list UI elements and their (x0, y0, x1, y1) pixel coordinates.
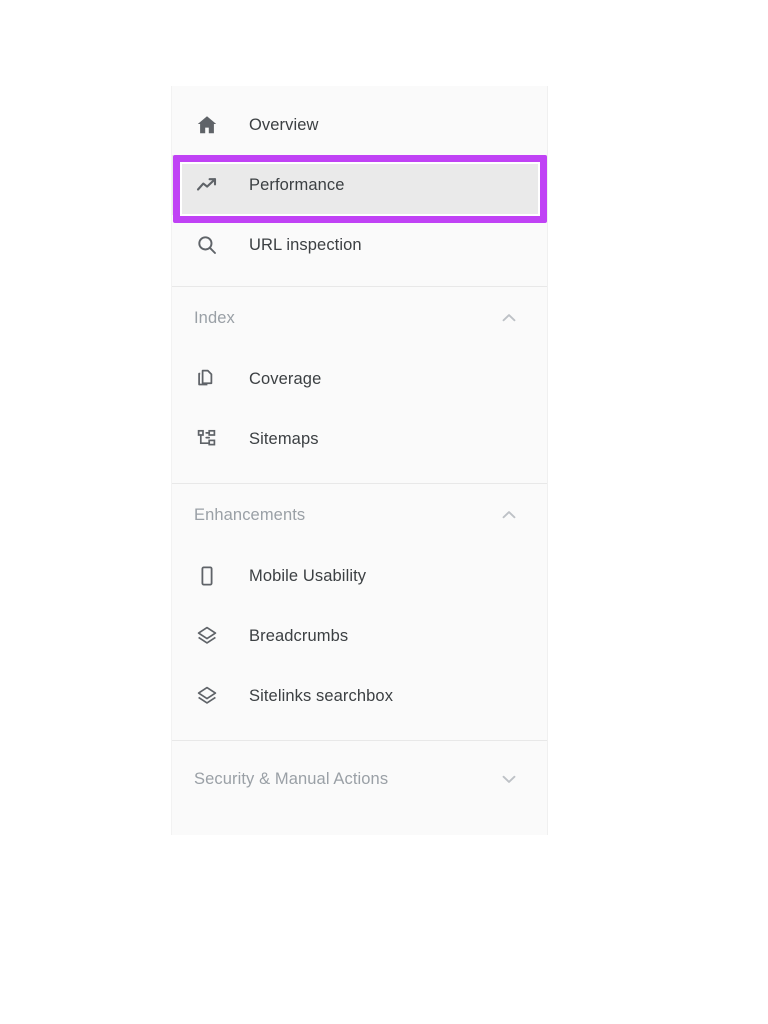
nav-group-primary: Overview Performance URL inspection (172, 86, 547, 286)
group-bottom-spacer (172, 275, 547, 286)
sidebar-item-overview[interactable]: Overview (172, 95, 547, 155)
sidebar-item-coverage[interactable]: Coverage (172, 349, 547, 409)
sidebar-item-label: Breadcrumbs (249, 626, 349, 645)
nav-group-security: Security & Manual Actions (172, 741, 547, 817)
sidebar-item-label: Sitemaps (249, 429, 319, 448)
sidebar-item-label: Mobile Usability (249, 566, 367, 585)
copy-documents-icon (194, 366, 220, 392)
section-body-enhancements: Mobile Usability Breadcrumbs Sitelinks s… (172, 546, 547, 740)
chevron-up-icon[interactable] (497, 306, 521, 330)
search-console-sidebar: Overview Performance URL inspection Inde… (171, 86, 548, 835)
chevron-up-icon[interactable] (497, 503, 521, 527)
nav-group-index: Index Coverage Sitemaps (172, 287, 547, 483)
section-title: Security & Manual Actions (194, 769, 389, 788)
nav-group-enhancements: Enhancements Mobile Usability Breadcrumb… (172, 484, 547, 740)
chevron-down-icon[interactable] (497, 767, 521, 791)
account-tree-icon (194, 426, 220, 452)
mobile-phone-icon (194, 563, 220, 589)
sidebar-item-label: URL inspection (249, 235, 362, 254)
layers-icon (194, 623, 220, 649)
sidebar-item-label: Overview (249, 115, 319, 134)
sidebar-item-label: Performance (249, 175, 345, 194)
sidebar-item-url-inspection[interactable]: URL inspection (172, 215, 547, 275)
sidebar-item-breadcrumbs[interactable]: Breadcrumbs (172, 606, 547, 666)
sidebar-item-label: Coverage (249, 369, 322, 388)
search-icon (194, 232, 220, 258)
sidebar-top-spacer (172, 86, 547, 95)
section-header-enhancements[interactable]: Enhancements (172, 484, 547, 546)
section-header-security-and-manual-actions[interactable]: Security & Manual Actions (172, 741, 547, 817)
layers-icon (194, 683, 220, 709)
sidebar-item-sitelinks-searchbox[interactable]: Sitelinks searchbox (172, 666, 547, 726)
section-title: Enhancements (194, 505, 306, 524)
sidebar-item-label: Sitelinks searchbox (249, 686, 394, 705)
sidebar-item-mobile-usability[interactable]: Mobile Usability (172, 546, 547, 606)
section-title: Index (194, 308, 235, 327)
sidebar-item-sitemaps[interactable]: Sitemaps (172, 409, 547, 469)
home-icon (194, 112, 220, 138)
section-header-index[interactable]: Index (172, 287, 547, 349)
section-body-index: Coverage Sitemaps (172, 349, 547, 483)
screenshot-root: Overview Performance URL inspection Inde… (0, 0, 768, 1024)
sidebar-item-performance[interactable]: Performance (172, 155, 547, 215)
trending-up-icon (194, 172, 220, 198)
